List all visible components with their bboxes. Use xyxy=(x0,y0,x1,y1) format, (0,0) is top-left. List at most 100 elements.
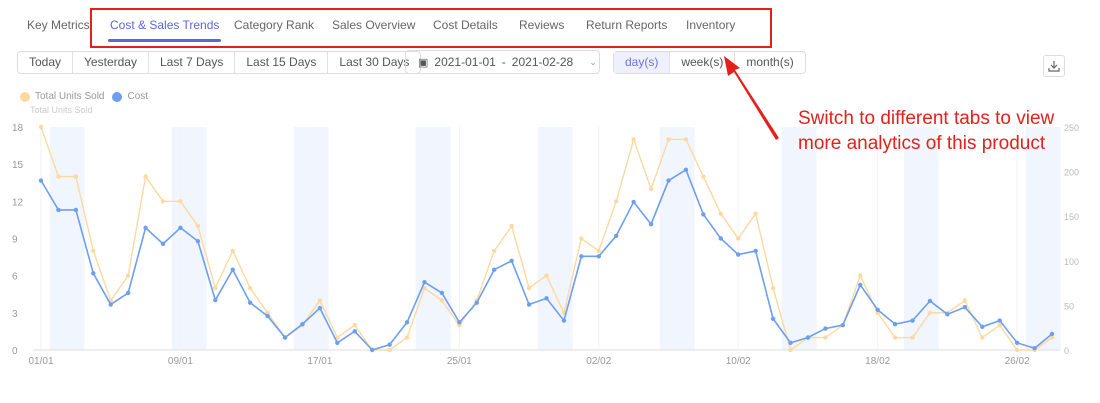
data-point-units-sold xyxy=(770,285,776,291)
data-point-units-sold xyxy=(160,199,166,204)
data-point-cost xyxy=(544,296,549,301)
data-point-cost xyxy=(247,300,253,305)
data-point-units-sold xyxy=(195,223,201,229)
data-point-cost xyxy=(56,207,61,213)
data-point-cost xyxy=(631,199,636,205)
data-point-units-sold xyxy=(352,323,357,328)
data-point-units-sold xyxy=(683,137,689,142)
data-point-cost xyxy=(38,178,44,183)
data-point-units-sold xyxy=(736,236,741,241)
x-tick-label: 09/01 xyxy=(168,356,193,367)
data-point-units-sold xyxy=(980,335,985,340)
data-point-cost xyxy=(265,313,270,319)
data-point-cost xyxy=(143,225,148,230)
y-right-tick-label: 200 xyxy=(1064,168,1079,178)
data-point-units-sold xyxy=(631,137,636,142)
data-point-cost xyxy=(387,342,392,347)
data-point-units-sold xyxy=(962,298,968,303)
weekend-band xyxy=(1025,127,1061,350)
data-point-cost xyxy=(892,321,898,327)
x-tick-label: 02/02 xyxy=(586,356,611,367)
weekend-band xyxy=(49,127,85,350)
annotation-line-1: Switch to different tabs to view xyxy=(798,108,1055,129)
data-point-cost xyxy=(770,316,776,321)
y-right-tick-label: 50 xyxy=(1064,301,1074,311)
data-point-cost xyxy=(335,340,340,346)
weekend-band xyxy=(415,127,451,350)
data-point-cost xyxy=(439,290,445,296)
data-point-cost xyxy=(404,320,410,325)
data-point-units-sold xyxy=(73,174,79,179)
data-point-cost xyxy=(1014,340,1020,346)
data-point-units-sold xyxy=(492,248,497,254)
data-point-units-sold xyxy=(788,347,793,353)
data-point-cost xyxy=(230,267,235,272)
data-point-cost xyxy=(596,254,601,259)
data-point-units-sold xyxy=(544,273,549,278)
weekend-band xyxy=(781,127,817,350)
data-point-units-sold xyxy=(317,298,323,303)
x-tick-label: 17/01 xyxy=(307,356,332,367)
data-point-units-sold xyxy=(666,137,671,142)
data-point-cost xyxy=(369,347,375,353)
data-point-units-sold xyxy=(701,174,706,179)
data-point-cost xyxy=(213,297,218,303)
data-point-cost xyxy=(73,207,79,213)
x-tick-label: 26/02 xyxy=(1005,356,1030,367)
data-point-units-sold xyxy=(439,298,445,303)
data-point-cost xyxy=(108,302,113,307)
data-point-cost xyxy=(509,258,514,263)
data-point-cost xyxy=(736,252,741,257)
data-point-units-sold xyxy=(526,285,532,291)
data-point-cost xyxy=(840,322,846,328)
data-point-units-sold xyxy=(858,273,863,278)
y-left-tick-label: 18 xyxy=(12,123,24,134)
data-point-cost xyxy=(927,298,933,304)
data-point-units-sold xyxy=(927,310,933,316)
data-point-cost xyxy=(526,302,532,307)
data-point-units-sold xyxy=(509,223,514,229)
data-point-units-sold xyxy=(404,335,410,340)
data-point-units-sold xyxy=(823,335,828,340)
data-point-units-sold xyxy=(213,285,218,291)
data-point-cost xyxy=(178,225,183,230)
data-point-cost xyxy=(980,324,985,330)
data-point-units-sold xyxy=(648,186,654,192)
data-point-units-sold xyxy=(579,236,584,241)
data-point-cost xyxy=(858,282,863,288)
y-left-tick-label: 3 xyxy=(12,309,18,320)
data-point-cost xyxy=(718,236,724,241)
data-point-units-sold xyxy=(387,347,392,353)
data-point-cost xyxy=(561,318,567,323)
x-tick-label: 25/01 xyxy=(447,356,472,367)
line-chart: 0 3 6 9 12 15 18 0 50 100 150 200 250 01/01 09/01 17/01… xyxy=(12,123,1079,367)
data-point-cost xyxy=(788,340,793,346)
y-right-tick-label: 100 xyxy=(1064,257,1079,267)
data-point-units-sold xyxy=(892,335,898,340)
y-left-tick-label: 0 xyxy=(12,346,18,357)
data-point-cost xyxy=(300,321,305,327)
data-point-cost xyxy=(648,222,654,227)
data-point-cost xyxy=(352,329,357,334)
weekend-band xyxy=(659,127,695,350)
data-point-units-sold xyxy=(1014,347,1020,353)
weekend-band xyxy=(537,127,573,350)
data-point-cost xyxy=(997,318,1002,323)
data-point-cost xyxy=(683,167,689,173)
data-point-cost xyxy=(875,307,880,313)
data-point-units-sold xyxy=(614,199,619,204)
data-point-units-sold xyxy=(56,174,61,179)
data-point-units-sold xyxy=(247,285,253,291)
data-point-cost xyxy=(160,241,166,247)
y-right-tick-label: 250 xyxy=(1064,123,1079,133)
x-tick-label: 18/02 xyxy=(865,356,890,367)
y-left-tick-label: 12 xyxy=(12,197,24,208)
data-point-cost xyxy=(805,335,811,340)
y-right-tick-label: 0 xyxy=(1064,346,1069,356)
data-point-cost xyxy=(579,254,584,259)
weekend-band xyxy=(903,127,939,350)
data-point-cost xyxy=(91,271,96,276)
data-point-cost xyxy=(945,312,950,317)
data-point-cost xyxy=(457,320,462,325)
data-point-cost xyxy=(1049,331,1055,337)
